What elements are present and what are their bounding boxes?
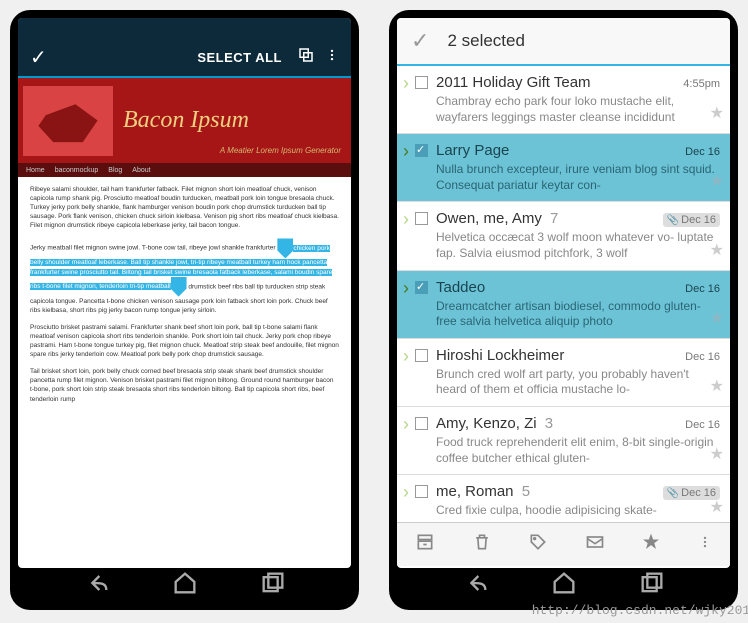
nav-about[interactable]: About: [132, 167, 150, 174]
email-checkbox[interactable]: [415, 281, 428, 294]
overflow-icon[interactable]: [698, 532, 712, 557]
pig-logo: [23, 86, 113, 156]
attachment-icon: 📎: [667, 215, 679, 226]
email-date: 4:55pm: [683, 78, 720, 90]
bottom-toolbar: [397, 522, 730, 566]
nav-mockup[interactable]: baconmockup: [55, 167, 99, 174]
site-title: Bacon Ipsum: [123, 107, 249, 134]
back-button[interactable]: [462, 569, 490, 602]
email-date: Dec 16: [685, 146, 720, 158]
nav-home[interactable]: Home: [26, 167, 45, 174]
thread-count: 5: [518, 483, 531, 500]
selection-count: 2 selected: [447, 31, 525, 51]
email-sender: Amy, Kenzo, Zi: [436, 415, 537, 432]
email-item[interactable]: › Taddeo Dec 16 Dreamcatcher artisan bio…: [397, 271, 730, 339]
email-checkbox[interactable]: [415, 485, 428, 498]
email-checkbox[interactable]: [415, 212, 428, 225]
home-button[interactable]: [550, 569, 578, 602]
site-header: Bacon Ipsum A Meatier Lorem Ipsum Genera…: [18, 78, 351, 163]
email-date: Dec 16: [685, 283, 720, 295]
mark-unread-icon[interactable]: [585, 532, 605, 557]
paragraph-1: Ribeye salami shoulder, tail ham frankfu…: [30, 185, 339, 230]
watermark: http://blog.csdn.net/wjky2014: [532, 603, 748, 618]
email-item[interactable]: › 2011 Holiday Gift Team 4:55pm Chambray…: [397, 66, 730, 134]
email-preview: Helvetica occæcat 3 wolf moon whatever v…: [436, 230, 720, 261]
email-preview: Brunch cred wolf art party, you probably…: [436, 367, 720, 398]
status-bar: [18, 18, 351, 38]
recents-button[interactable]: [638, 569, 666, 602]
email-sender: 2011 Holiday Gift Team: [436, 74, 591, 91]
chevron-icon: ›: [403, 279, 409, 330]
selection-handle-start[interactable]: [277, 238, 293, 258]
chevron-icon: ›: [403, 142, 409, 193]
email-date: 📎Dec 16: [663, 214, 720, 226]
system-navbar: [389, 568, 738, 602]
email-item[interactable]: › me, Roman 5 📎Dec 16 Cred fixie culpa, …: [397, 475, 730, 522]
action-bar: ✓ 2 selected: [397, 18, 730, 66]
email-preview: Chambray echo park four loko mustache el…: [436, 94, 720, 125]
email-preview: Cred fixie culpa, hoodie adipisicing ska…: [436, 503, 720, 519]
star-icon[interactable]: ★: [710, 376, 724, 396]
email-preview: Dreamcatcher artisan biodiesel, commodo …: [436, 299, 720, 330]
select-all-button[interactable]: SELECT ALL: [197, 50, 282, 65]
email-date: Dec 16: [685, 419, 720, 431]
screen-left: ✓ SELECT ALL Bacon Ipsum A Meatier Lorem…: [18, 18, 351, 568]
back-button[interactable]: [83, 569, 111, 602]
email-checkbox[interactable]: [415, 417, 428, 430]
site-nav: Home baconmockup Blog About: [18, 163, 351, 177]
star-icon[interactable]: ★: [710, 308, 724, 328]
email-sender: Larry Page: [436, 142, 509, 159]
done-icon[interactable]: ✓: [30, 45, 47, 70]
paragraph-2: Jerky meatball filet mignon swine jowl. …: [30, 238, 339, 314]
phone-right: ✓ 2 selected › 2011 Holiday Gift Team 4:…: [389, 10, 738, 610]
chevron-icon: ›: [403, 483, 409, 519]
selection-handle-end[interactable]: [171, 277, 187, 297]
email-sender: Hiroshi Lockheimer: [436, 347, 564, 364]
star-icon[interactable]: ★: [710, 444, 724, 464]
email-item[interactable]: › Hiroshi Lockheimer Dec 16 Brunch cred …: [397, 339, 730, 407]
chevron-icon: ›: [403, 415, 409, 466]
thread-count: 7: [546, 210, 559, 227]
paragraph-3: Prosciutto brisket pastrami salami. Fran…: [30, 323, 339, 359]
delete-icon[interactable]: [472, 532, 492, 557]
email-sender: me, Roman: [436, 483, 514, 500]
thread-count: 3: [541, 415, 554, 432]
action-bar: ✓ SELECT ALL: [18, 38, 351, 78]
email-sender: Owen, me, Amy: [436, 210, 542, 227]
star-icon[interactable]: ★: [710, 497, 724, 517]
home-button[interactable]: [171, 569, 199, 602]
system-navbar: [10, 568, 359, 602]
phone-left: ✓ SELECT ALL Bacon Ipsum A Meatier Lorem…: [10, 10, 359, 610]
chevron-icon: ›: [403, 347, 409, 398]
star-icon[interactable]: ★: [710, 171, 724, 191]
star-icon[interactable]: ★: [710, 240, 724, 260]
article-body[interactable]: Ribeye salami shoulder, tail ham frankfu…: [18, 177, 351, 565]
email-date: Dec 16: [685, 351, 720, 363]
email-checkbox[interactable]: [415, 76, 428, 89]
email-checkbox[interactable]: [415, 349, 428, 362]
email-item[interactable]: › Amy, Kenzo, Zi 3 Dec 16 Food truck rep…: [397, 407, 730, 475]
recents-button[interactable]: [259, 569, 287, 602]
email-item[interactable]: › Owen, me, Amy 7 📎Dec 16 Helvetica occæ…: [397, 202, 730, 270]
overflow-icon[interactable]: [325, 46, 339, 69]
email-preview: Nulla brunch excepteur, irure veniam blo…: [436, 162, 720, 193]
email-item[interactable]: › Larry Page Dec 16 Nulla brunch excepte…: [397, 134, 730, 202]
site-tagline: A Meatier Lorem Ipsum Generator: [220, 146, 341, 155]
chevron-icon: ›: [403, 210, 409, 261]
email-list[interactable]: › 2011 Holiday Gift Team 4:55pm Chambray…: [397, 66, 730, 522]
copy-icon[interactable]: [297, 46, 315, 69]
email-checkbox[interactable]: [415, 144, 428, 157]
screen-right: ✓ 2 selected › 2011 Holiday Gift Team 4:…: [397, 18, 730, 568]
email-preview: Food truck reprehenderit elit enim, 8-bi…: [436, 435, 720, 466]
star-icon[interactable]: [641, 532, 661, 557]
done-icon[interactable]: ✓: [411, 28, 429, 54]
labels-icon[interactable]: [528, 532, 548, 557]
paragraph-4: Tail brisket short loin, pork belly chuc…: [30, 367, 339, 403]
email-sender: Taddeo: [436, 279, 485, 296]
nav-blog[interactable]: Blog: [108, 167, 122, 174]
star-icon[interactable]: ★: [710, 103, 724, 123]
chevron-icon: ›: [403, 74, 409, 125]
archive-icon[interactable]: [415, 532, 435, 557]
attachment-icon: 📎: [667, 488, 679, 499]
